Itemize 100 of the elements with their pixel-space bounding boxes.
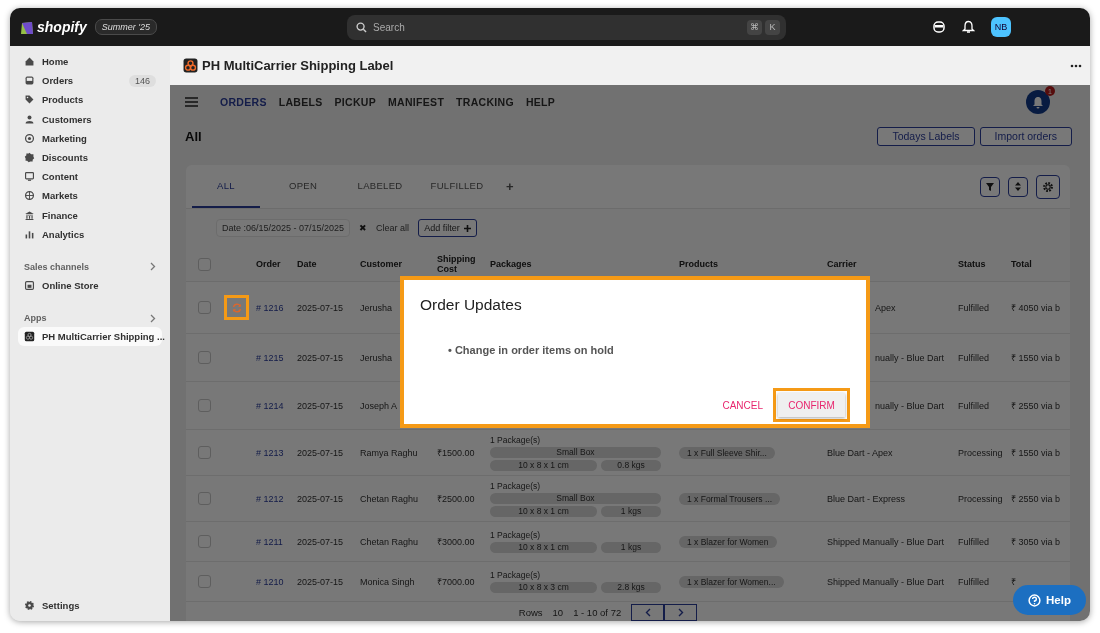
action-button[interactable]: Todays Labels: [877, 126, 975, 146]
table-cell-text: 2025-07-15: [297, 493, 345, 504]
nav-tab[interactable]: LABELS: [278, 96, 323, 108]
table-cell-text: ₹: [1011, 576, 1017, 588]
checkbox[interactable]: [197, 399, 211, 412]
cancel-button[interactable]: CANCEL: [722, 399, 763, 411]
table-cell-text: ₹ 1550 via b: [1011, 447, 1062, 459]
gear-icon: [24, 599, 35, 611]
sidebar-item[interactable]: Analytics: [18, 224, 162, 244]
sidebar-item[interactable]: Customers: [18, 109, 162, 129]
settings-button[interactable]: [1036, 174, 1060, 199]
table-cell-text: Fulfilled: [958, 302, 990, 313]
table-cell-text: 2025-07-15: [297, 576, 345, 587]
table-cell-text: Ramya Raghu: [360, 447, 419, 458]
sort-icon: [1015, 182, 1021, 191]
confirm-button[interactable]: CONFIRM: [778, 393, 845, 417]
order-link[interactable]: # 1215: [256, 352, 297, 363]
table-cell-text: 2025-07-15: [297, 536, 345, 547]
table-cell-text: ₹ 1550 via b: [1011, 352, 1062, 364]
inbox-icon: [24, 75, 35, 87]
target-icon: [24, 132, 35, 144]
table-cell-text: Processing: [958, 447, 1004, 458]
home-icon: [24, 56, 35, 68]
filter-tab[interactable]: LABELED: [346, 165, 414, 208]
nav-tab[interactable]: ORDERS: [220, 96, 267, 108]
order-link[interactable]: # 1216: [256, 302, 297, 313]
checkbox[interactable]: [197, 575, 211, 588]
order-link[interactable]: # 1212: [256, 493, 297, 504]
nav-tab[interactable]: HELP: [525, 96, 556, 108]
order-link[interactable]: # 1213: [256, 447, 297, 458]
sidebar-item[interactable]: Online Store: [18, 275, 162, 296]
column-header: Shipping Cost: [437, 254, 477, 274]
modal-title: Order Updates: [420, 296, 523, 314]
checkbox[interactable]: [197, 535, 211, 548]
dimensions-pill: 10 x 8 x 1 cm: [490, 505, 597, 517]
column-header: Carrier: [827, 259, 858, 269]
remove-filter-button[interactable]: ✖: [359, 223, 368, 233]
chevron-right-icon[interactable]: [149, 262, 156, 272]
order-link[interactable]: # 1211: [256, 536, 297, 547]
chevron-right-icon: [677, 607, 684, 617]
table-cell-text: Blue Dart - Apex: [827, 447, 894, 458]
nav-tab[interactable]: PICKUP: [334, 96, 377, 108]
nav-tab[interactable]: TRACKING: [456, 96, 514, 108]
weight-pill: 0.8 kgs: [601, 459, 661, 471]
sidebar-item[interactable]: Finance: [18, 205, 162, 225]
discount-icon: [24, 152, 35, 164]
shopping-bag-icon: [20, 19, 34, 35]
filter-button[interactable]: [980, 176, 1000, 197]
column-header: Total: [1011, 259, 1033, 269]
order-link[interactable]: # 1214: [256, 400, 297, 411]
table-cell-text: Shipped Manually - Blue Dart: [827, 576, 946, 587]
table-cell-text: nually - Blue Dart: [874, 352, 946, 363]
sidebar-item[interactable]: Content: [18, 167, 162, 187]
nav-tab[interactable]: MANIFEST: [388, 96, 445, 108]
checkbox[interactable]: [197, 492, 211, 505]
filter-tab[interactable]: OPEN: [269, 165, 337, 208]
help-button[interactable]: Help: [1013, 585, 1086, 615]
table-cell-text: Fulfilled: [958, 536, 990, 547]
add-tab-button[interactable]: +: [506, 165, 514, 208]
table-cell-text: 2025-07-15: [297, 400, 345, 411]
sidebar-item[interactable]: Discounts: [18, 147, 162, 168]
edition-badge: Summer '25: [94, 19, 157, 35]
rows-per-page[interactable]: 10: [552, 606, 564, 618]
checkbox[interactable]: [197, 351, 211, 364]
next-page-button[interactable]: [664, 603, 698, 621]
sidebar-item[interactable]: Orders 146: [18, 71, 162, 91]
weight-pill: 1 kgs: [601, 505, 661, 517]
person-icon: [24, 113, 35, 125]
menu-icon[interactable]: [185, 97, 198, 107]
sort-button[interactable]: [1008, 176, 1028, 197]
sidebar-item[interactable]: Markets: [18, 186, 162, 206]
globe-icon: [24, 190, 35, 202]
settings-icon: [1042, 180, 1054, 193]
checkbox[interactable]: [197, 446, 211, 459]
dimensions-pill: 10 x 8 x 1 cm: [490, 459, 597, 471]
action-button[interactable]: Import orders: [979, 126, 1072, 146]
weight-pill: 1 kgs: [601, 542, 661, 553]
sidebar-item[interactable]: Settings: [18, 595, 162, 615]
table-cell-text: 2025-07-15: [297, 352, 345, 363]
order-link[interactable]: # 1210: [256, 576, 297, 587]
table-cell-text: Apex: [874, 302, 897, 313]
clear-all-link[interactable]: Clear all: [376, 223, 410, 233]
add-filter-button[interactable]: Add filter: [418, 219, 477, 237]
rows-label: Rows: [518, 606, 543, 618]
more-icon[interactable]: [1070, 63, 1082, 68]
chevron-right-icon[interactable]: [149, 313, 156, 323]
date-filter-chip[interactable]: Date :06/15/2025 - 07/15/2025: [216, 219, 351, 237]
product-pill: 1 x Full Sleeve Shir...: [679, 446, 775, 459]
checkbox[interactable]: [197, 301, 211, 314]
bank-icon: [24, 209, 35, 221]
checkbox[interactable]: [197, 257, 211, 271]
weight-pill: 2.8 kgs: [601, 582, 661, 593]
box-pill: Small Box: [490, 446, 661, 458]
notification-button[interactable]: [1026, 90, 1050, 114]
sidebar-item[interactable]: Products: [18, 90, 162, 110]
sidebar-item[interactable]: Home: [18, 52, 162, 72]
bell-icon[interactable]: [962, 20, 975, 34]
sidebar-item[interactable]: Marketing: [18, 128, 162, 148]
filter-tab[interactable]: FULFILLED: [423, 165, 491, 208]
avatar[interactable]: NB: [991, 17, 1011, 37]
